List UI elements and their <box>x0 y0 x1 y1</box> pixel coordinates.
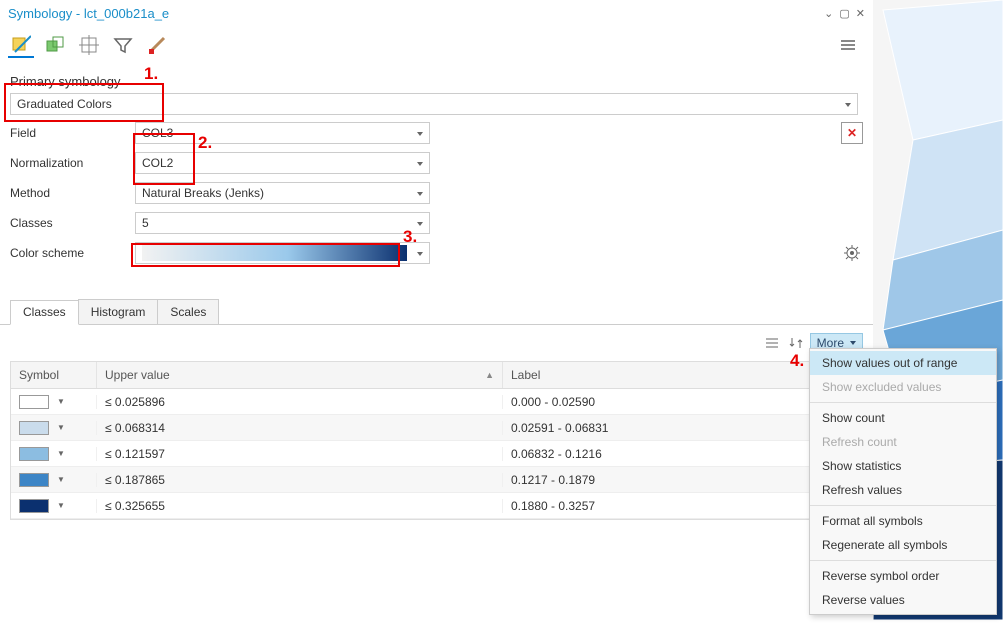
tab-scales[interactable]: Scales <box>157 299 219 324</box>
chevron-down-icon[interactable]: ▼ <box>57 449 65 458</box>
primary-symbology-label: Primary symbology <box>10 74 863 89</box>
symbology-toolbar <box>0 28 873 62</box>
advanced-symbology-button[interactable] <box>144 32 170 58</box>
grid-toolbar: More <box>0 325 873 361</box>
upper-value-cell[interactable]: ≤ 0.068314 <box>96 421 502 435</box>
symbol-swatch <box>19 421 49 435</box>
normalization-value: COL2 <box>142 156 173 170</box>
color-scheme-label: Color scheme <box>10 246 135 260</box>
symbol-layer-drawing-button[interactable] <box>76 32 102 58</box>
grid-header: Symbol Upper value ▲ Label <box>11 362 862 389</box>
color-scheme-dropdown[interactable] <box>135 242 430 264</box>
dropdown-caret-icon[interactable]: ⌄ <box>824 7 833 20</box>
vary-symbology-button[interactable] <box>42 32 68 58</box>
upper-value-cell[interactable]: ≤ 0.187865 <box>96 473 502 487</box>
classes-dropdown[interactable]: 5 <box>135 212 430 234</box>
chevron-down-icon[interactable]: ▼ <box>57 397 65 406</box>
label-cell[interactable]: 0.06832 - 0.1216 <box>502 447 862 461</box>
menu-refresh-count: Refresh count <box>810 430 996 454</box>
title-bar: Symbology - lct_000b21a_e ⌄ ▢ ✕ <box>0 0 873 24</box>
list-view-icon[interactable] <box>762 333 782 353</box>
classes-value: 5 <box>142 216 149 230</box>
upper-value-cell[interactable]: ≤ 0.325655 <box>96 499 502 513</box>
menu-reverse-order[interactable]: Reverse symbol order <box>810 564 996 588</box>
symbology-panel: Symbology - lct_000b21a_e ⌄ ▢ ✕ Primary … <box>0 0 873 620</box>
header-label[interactable]: Label <box>502 362 862 388</box>
sort-asc-icon: ▲ <box>485 370 494 380</box>
symbol-swatch <box>19 447 49 461</box>
annotation-1: 1. <box>144 64 158 84</box>
chevron-down-icon[interactable]: ▼ <box>57 423 65 432</box>
label-cell[interactable]: 0.02591 - 0.06831 <box>502 421 862 435</box>
panel-title: Symbology - lct_000b21a_e <box>8 6 169 21</box>
symbol-cell[interactable]: ▼ <box>11 421 96 435</box>
filter-button[interactable] <box>110 32 136 58</box>
menu-show-excluded: Show excluded values <box>810 375 996 399</box>
class-tabs: Classes Histogram Scales <box>0 299 873 325</box>
chevron-down-icon[interactable]: ▼ <box>57 475 65 484</box>
annotation-2: 2. <box>198 133 212 153</box>
annotation-4: 4. <box>790 351 804 371</box>
symbol-swatch <box>19 473 49 487</box>
label-cell[interactable]: 0.1217 - 0.1879 <box>502 473 862 487</box>
label-cell[interactable]: 0.1880 - 0.3257 <box>502 499 862 513</box>
menu-show-statistics[interactable]: Show statistics <box>810 454 996 478</box>
primary-symbology-value: Graduated Colors <box>17 97 112 111</box>
classes-grid: Symbol Upper value ▲ Label ▼ ≤ 0.025896 … <box>10 361 863 520</box>
field-value: COL3 <box>142 126 173 140</box>
classes-label: Classes <box>10 216 135 230</box>
upper-value-cell[interactable]: ≤ 0.025896 <box>96 395 502 409</box>
upper-value-cell[interactable]: ≤ 0.121597 <box>96 447 502 461</box>
table-row[interactable]: ▼ ≤ 0.187865 0.1217 - 0.1879 <box>11 467 862 493</box>
table-row[interactable]: ▼ ≤ 0.068314 0.02591 - 0.06831 <box>11 415 862 441</box>
symbol-swatch <box>19 395 49 409</box>
normalization-dropdown[interactable]: COL2 <box>135 152 430 174</box>
symbology-gallery-button[interactable] <box>8 32 34 58</box>
close-icon[interactable]: ✕ <box>856 7 865 20</box>
normalization-label: Normalization <box>10 156 135 170</box>
more-context-menu: Show values out of range Show excluded v… <box>809 348 997 615</box>
table-row[interactable]: ▼ ≤ 0.325655 0.1880 - 0.3257 <box>11 493 862 519</box>
header-upper-value[interactable]: Upper value ▲ <box>96 362 502 388</box>
menu-show-out-of-range[interactable]: Show values out of range <box>810 351 996 375</box>
table-row[interactable]: ▼ ≤ 0.121597 0.06832 - 0.1216 <box>11 441 862 467</box>
tab-classes[interactable]: Classes <box>10 300 79 325</box>
table-row[interactable]: ▼ ≤ 0.025896 0.000 - 0.02590 <box>11 389 862 415</box>
annotation-3: 3. <box>403 227 417 247</box>
symbol-cell[interactable]: ▼ <box>11 447 96 461</box>
label-cell[interactable]: 0.000 - 0.02590 <box>502 395 862 409</box>
method-dropdown[interactable]: Natural Breaks (Jenks) <box>135 182 430 204</box>
method-value: Natural Breaks (Jenks) <box>142 186 264 200</box>
symbol-swatch <box>19 499 49 513</box>
symbol-cell[interactable]: ▼ <box>11 395 96 409</box>
header-symbol[interactable]: Symbol <box>11 362 96 388</box>
primary-symbology-dropdown[interactable]: Graduated Colors <box>10 93 858 115</box>
chevron-down-icon[interactable]: ▼ <box>57 501 65 510</box>
color-scheme-options-button[interactable] <box>841 242 863 264</box>
maximize-icon[interactable]: ▢ <box>839 7 849 20</box>
menu-refresh-values[interactable]: Refresh values <box>810 478 996 502</box>
symbology-content: Primary symbology Graduated Colors Field… <box>0 74 873 265</box>
color-ramp-icon <box>142 245 407 261</box>
menu-hamburger-icon[interactable] <box>841 40 855 50</box>
window-controls: ⌄ ▢ ✕ <box>824 7 865 20</box>
sort-icon[interactable] <box>786 333 806 353</box>
grid-body: ▼ ≤ 0.025896 0.000 - 0.02590 ▼ ≤ 0.06831… <box>11 389 862 519</box>
field-dropdown[interactable]: COL3 <box>135 122 430 144</box>
tab-histogram[interactable]: Histogram <box>78 299 159 324</box>
symbol-cell[interactable]: ▼ <box>11 499 96 513</box>
expression-button[interactable]: ✕ <box>841 122 863 144</box>
symbol-cell[interactable]: ▼ <box>11 473 96 487</box>
menu-format-all[interactable]: Format all symbols <box>810 509 996 533</box>
method-label: Method <box>10 186 135 200</box>
menu-regenerate-all[interactable]: Regenerate all symbols <box>810 533 996 557</box>
menu-reverse-values[interactable]: Reverse values <box>810 588 996 612</box>
field-label: Field <box>10 126 135 140</box>
menu-show-count[interactable]: Show count <box>810 406 996 430</box>
